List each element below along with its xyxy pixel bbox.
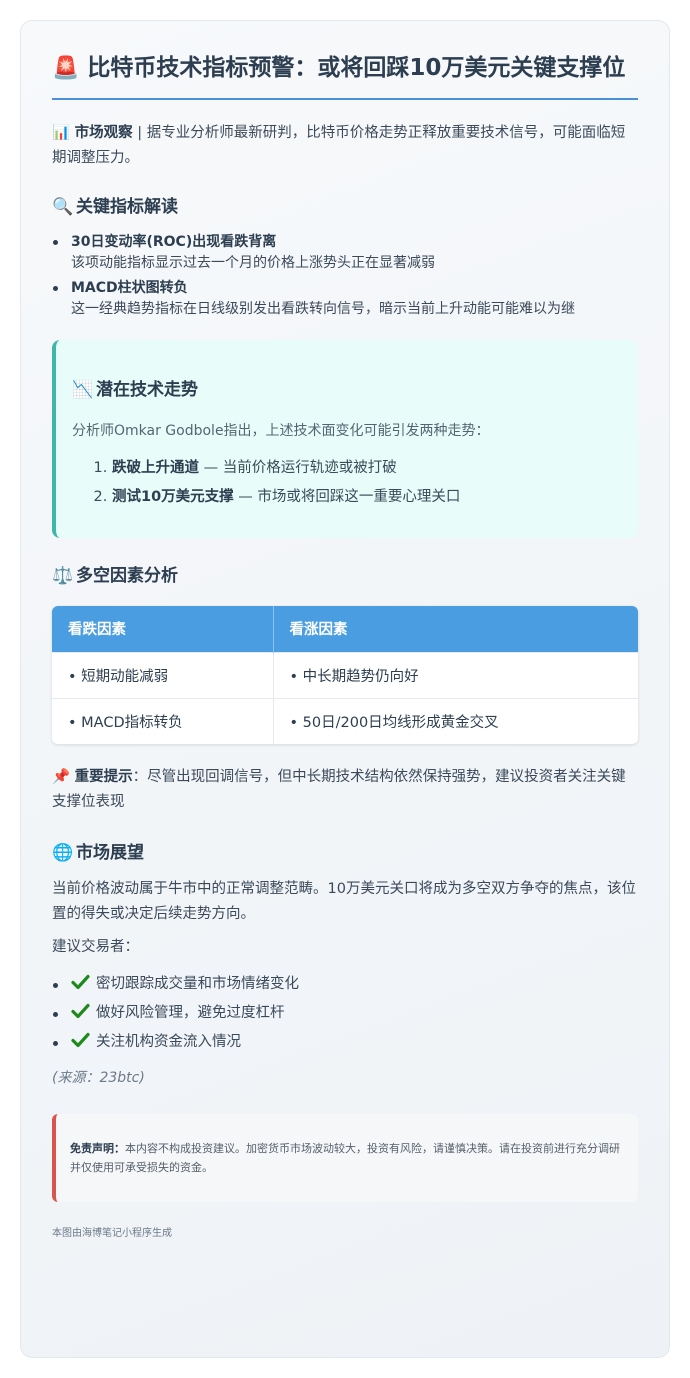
table-cell: • 50日/200日均线形成黄金交叉 (272, 697, 638, 744)
page-title-text: 比特币技术指标预警：或将回踩10万美元关键支撑位 (87, 55, 626, 81)
trend-item-desc: — 市场或将回踩这一重要心理关口 (233, 489, 461, 505)
indicator-desc: 这一经典趋势指标在日线级别发出看跌转向信号，暗示当前上升动能可能难以为继 (71, 301, 575, 317)
indicator-title: 30日变动率(ROC)出现看跌背离 (71, 234, 277, 250)
important-note: 📌 重要提示：尽管出现回调信号，但中长期技术结构依然保持强势，建议投资者关注关键… (52, 765, 638, 815)
globe-icon: 🌐 (52, 843, 74, 863)
check-mark-icon (71, 1003, 90, 1019)
note-text: ：尽管出现回调信号，但中长期技术结构依然保持强势，建议投资者关注关键支撑位表现 (52, 769, 626, 810)
outlook-heading-text: 市场展望 (76, 843, 144, 863)
factors-heading: ⚖️ 多空因素分析 (52, 564, 638, 588)
article-card: 🚨 比特币技术指标预警：或将回踩10万美元关键支撑位 📊 市场观察 | 据专业分… (20, 20, 670, 1358)
table-cell: • MACD指标转负 (52, 697, 273, 744)
advice-text: 密切跟踪成交量和市场情绪变化 (96, 976, 299, 992)
factors-table: 看跌因素 看涨因素 • 短期动能减弱 • 中长期趋势仍向好 • MACD指标转负… (52, 606, 638, 744)
trend-heading-text: 潜在技术走势 (96, 380, 198, 400)
bearish-column-header: 看跌因素 (52, 606, 273, 652)
table-row: • MACD指标转负 • 50日/200日均线形成黄金交叉 (52, 697, 638, 744)
disclaimer-label: 免责声明： (70, 1142, 125, 1155)
list-item: 跌破上升通道 — 当前价格运行轨迹或被打破 (112, 454, 620, 483)
indicators-list: 30日变动率(ROC)出现看跌背离 该项动能指标显示过去一个月的价格上涨势头正在… (52, 232, 638, 320)
advice-list: 密切跟踪成交量和市场情绪变化 做好风险管理，避免过度杠杆 关注机构资金流入情况 (52, 970, 638, 1057)
trend-heading: 📉 潜在技术走势 (72, 378, 620, 402)
check-mark-icon (71, 974, 90, 990)
advice-text: 关注机构资金流入情况 (96, 1034, 241, 1050)
factors-heading-text: 多空因素分析 (76, 566, 178, 586)
footer-text: 本图由海博笔记小程序生成 (52, 1228, 172, 1239)
list-item: 密切跟踪成交量和市场情绪变化 (52, 970, 638, 999)
trend-item-title: 测试10万美元支撑 (112, 489, 234, 505)
list-item: 关注机构资金流入情况 (52, 1028, 638, 1057)
intro-label: 市场观察 (74, 125, 133, 141)
table-cell: • 中长期趋势仍向好 (272, 651, 638, 698)
trend-list: 跌破上升通道 — 当前价格运行轨迹或被打破 测试10万美元支撑 — 市场或将回踩… (72, 454, 620, 512)
chart-down-icon: 📉 (72, 380, 94, 400)
scales-icon: ⚖️ (52, 566, 74, 586)
trend-callout: 📉 潜在技术走势 分析师Omkar Godbole指出，上述技术面变化可能引发两种… (52, 340, 638, 538)
magnifier-icon: 🔍 (52, 197, 74, 217)
bar-chart-icon: 📊 (52, 125, 71, 141)
table-row: • 短期动能减弱 • 中长期趋势仍向好 (52, 651, 638, 698)
trend-item-desc: — 当前价格运行轨迹或被打破 (199, 460, 397, 476)
list-item: 30日变动率(ROC)出现看跌背离 该项动能指标显示过去一个月的价格上涨势头正在… (52, 232, 638, 274)
check-mark-icon (71, 1032, 90, 1048)
page-title: 🚨 比特币技术指标预警：或将回踩10万美元关键支撑位 (52, 51, 638, 100)
disclaimer-box: 免责声明：本内容不构成投资建议。加密货币市场波动较大，投资有风险，请谨慎决策。请… (52, 1114, 638, 1202)
intro-separator: | (132, 125, 147, 141)
advice-text: 做好风险管理，避免过度杠杆 (96, 1005, 285, 1021)
pushpin-icon: 📌 (52, 769, 71, 785)
table-header-row: 看跌因素 看涨因素 (52, 606, 638, 652)
indicator-title: MACD柱状图转负 (71, 280, 188, 296)
indicator-desc: 该项动能指标显示过去一个月的价格上涨势头正在显著减弱 (71, 255, 435, 271)
outlook-paragraph: 当前价格波动属于牛市中的正常调整范畴。10万美元关口将成为多空双方争夺的焦点，该… (52, 881, 636, 922)
indicators-heading-text: 关键指标解读 (76, 197, 178, 217)
siren-icon: 🚨 (52, 56, 80, 81)
trend-lead: 分析师Omkar Godbole指出，上述技术面变化可能引发两种走势： (72, 423, 490, 439)
note-label: 重要提示 (74, 769, 133, 785)
table-cell: • 短期动能减弱 (52, 651, 273, 698)
disclaimer-text: 本内容不构成投资建议。加密货币市场波动较大，投资有风险，请谨慎决策。请在投资前进… (70, 1142, 620, 1174)
indicators-heading: 🔍 关键指标解读 (52, 195, 638, 219)
advice-lead: 建议交易者： (52, 939, 139, 955)
list-item: 做好风险管理，避免过度杠杆 (52, 999, 638, 1028)
intro-paragraph: 📊 市场观察 | 据专业分析师最新研判，比特币价格走势正释放重要技术信号，可能面… (52, 121, 638, 171)
trend-item-title: 跌破上升通道 (112, 460, 199, 476)
list-item: 测试10万美元支撑 — 市场或将回踩这一重要心理关口 (112, 483, 620, 512)
list-item: MACD柱状图转负 这一经典趋势指标在日线级别发出看跌转向信号，暗示当前上升动能… (52, 278, 638, 320)
source-citation: (来源：23btc) (52, 1070, 145, 1086)
outlook-heading: 🌐 市场展望 (52, 841, 638, 865)
bullish-column-header: 看涨因素 (272, 606, 638, 652)
